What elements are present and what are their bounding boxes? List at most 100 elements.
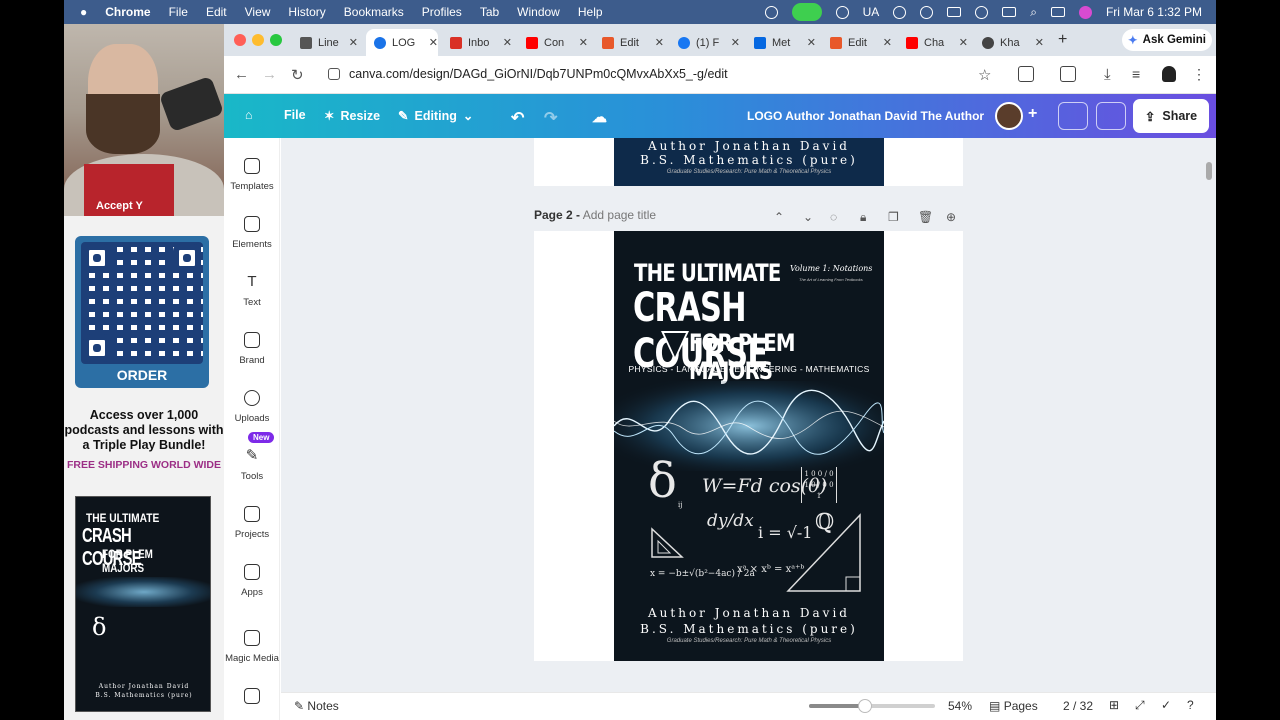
- record-icon[interactable]: [764, 5, 778, 19]
- sidebar-item-magic-media[interactable]: Magic Media: [224, 630, 280, 664]
- undo-icon[interactable]: ↶: [511, 108, 524, 128]
- more-menu-icon[interactable]: ⋮: [1192, 66, 1208, 82]
- redo-icon[interactable]: ↷: [544, 108, 557, 128]
- tab-2-active[interactable]: LOG ✕: [366, 29, 438, 56]
- tab-search-icon[interactable]: [1060, 66, 1076, 82]
- canvas-scrollbar[interactable]: [1206, 162, 1212, 180]
- reading-list-icon[interactable]: ≡: [1132, 66, 1148, 82]
- close-tab-icon[interactable]: ✕: [503, 36, 512, 49]
- close-window-button[interactable]: [234, 34, 246, 46]
- tab-9[interactable]: Cha ✕: [898, 29, 968, 56]
- hide-page-icon[interactable]: ◌: [830, 210, 837, 224]
- chevron-down-icon[interactable]: ⌄: [803, 210, 813, 224]
- play-icon[interactable]: [975, 5, 989, 19]
- bookmark-star-icon[interactable]: ☆: [978, 66, 994, 84]
- menu-tab[interactable]: Tab: [480, 5, 499, 19]
- close-tab-icon[interactable]: ✕: [349, 36, 358, 49]
- close-tab-icon[interactable]: ✕: [959, 36, 968, 49]
- close-tab-icon[interactable]: ✕: [883, 36, 892, 49]
- screen-mirror-icon[interactable]: [947, 7, 962, 17]
- share-button[interactable]: ⇪ Share: [1133, 99, 1209, 133]
- sidebar-item-brand[interactable]: Brand: [224, 332, 280, 366]
- chevron-up-icon[interactable]: ⌃: [774, 210, 784, 224]
- tab-5[interactable]: Edit ✕: [594, 29, 664, 56]
- moon-icon[interactable]: [920, 5, 934, 19]
- resize-button[interactable]: ✶ Resize: [324, 108, 380, 124]
- tab-6[interactable]: (1) F ✕: [670, 29, 740, 56]
- duplicate-icon[interactable]: ❐: [888, 210, 899, 224]
- trash-icon[interactable]: 🗑︎: [918, 210, 933, 224]
- menu-profiles[interactable]: Profiles: [422, 5, 462, 19]
- add-page-icon[interactable]: ⊕: [946, 210, 956, 224]
- search-icon[interactable]: ⌕: [1030, 5, 1037, 20]
- apple-icon[interactable]: ●: [80, 5, 87, 19]
- site-settings-icon[interactable]: [328, 68, 340, 80]
- menu-history[interactable]: History: [288, 5, 325, 19]
- tab-10[interactable]: Kha ✕: [974, 29, 1044, 56]
- profile-icon[interactable]: [1162, 66, 1176, 82]
- tab-8[interactable]: Edit ✕: [822, 29, 892, 56]
- wifi-icon[interactable]: [835, 5, 849, 19]
- tab-1[interactable]: Line ✕: [292, 29, 358, 56]
- sidebar-item-text[interactable]: T Text: [224, 274, 280, 309]
- sidebar-item-elements[interactable]: Elements: [224, 216, 280, 250]
- sidebar-item-apps[interactable]: Apps: [224, 564, 280, 598]
- editing-mode-button[interactable]: ✎ Editing ⌄: [398, 108, 473, 124]
- new-tab-button[interactable]: +: [1058, 31, 1067, 49]
- zoom-level[interactable]: 54%: [948, 699, 972, 713]
- sidebar-item-projects[interactable]: Projects: [224, 506, 280, 540]
- check-icon[interactable]: ✓: [1161, 698, 1171, 712]
- comment-icon[interactable]: [1096, 102, 1126, 130]
- sidebar-item-templates[interactable]: Templates: [224, 158, 280, 192]
- sidebar-item-uploads[interactable]: Uploads: [224, 390, 280, 424]
- url-field[interactable]: canva.com/design/DAGd_GiOrNI/Dqb7UNPm0cQ…: [349, 67, 728, 81]
- control-center-icon[interactable]: [1050, 7, 1065, 17]
- design-canvas[interactable]: Author Jonathan David B.S. Mathematics (…: [281, 138, 1216, 692]
- page-2[interactable]: THE ULTIMATE Volume 1: Notations The Art…: [534, 231, 963, 661]
- insights-icon[interactable]: [1058, 102, 1088, 130]
- input-source[interactable]: UA: [863, 5, 880, 19]
- gear-icon[interactable]: [893, 5, 907, 19]
- avatar[interactable]: [995, 102, 1023, 130]
- document-title[interactable]: LOGO Author Jonathan David The Author: [747, 109, 984, 123]
- close-tab-icon[interactable]: ✕: [1035, 36, 1044, 49]
- camera-indicator-icon[interactable]: [791, 3, 822, 21]
- back-button[interactable]: ←: [234, 66, 249, 83]
- tab-7[interactable]: Met ✕: [746, 29, 816, 56]
- lock-icon[interactable]: 🔒︎: [860, 210, 866, 225]
- tab-4[interactable]: Con ✕: [518, 29, 588, 56]
- ask-gemini-button[interactable]: ✦ Ask Gemini: [1122, 29, 1212, 51]
- menu-view[interactable]: View: [245, 5, 271, 19]
- add-collaborator-icon[interactable]: +: [1028, 105, 1037, 123]
- close-tab-icon[interactable]: ✕: [807, 36, 816, 49]
- close-tab-icon[interactable]: ✕: [731, 36, 740, 49]
- download-icon[interactable]: ⤓: [1104, 66, 1120, 83]
- menu-file[interactable]: File: [169, 5, 188, 19]
- zoom-slider[interactable]: [809, 699, 935, 713]
- menu-help[interactable]: Help: [578, 5, 603, 19]
- cloud-save-icon[interactable]: ☁: [592, 108, 607, 126]
- tab-3[interactable]: Inbo ✕: [442, 29, 512, 56]
- minimize-window-button[interactable]: [252, 34, 264, 46]
- menu-bookmarks[interactable]: Bookmarks: [344, 5, 404, 19]
- sidebar-item-more[interactable]: [224, 688, 280, 711]
- grid-view-icon[interactable]: ⊞: [1109, 698, 1119, 712]
- siri-icon[interactable]: [1078, 5, 1092, 19]
- help-icon[interactable]: ?: [1187, 698, 1194, 712]
- fullscreen-icon[interactable]: ⤢: [1135, 698, 1145, 713]
- pages-button[interactable]: ▤ Pages: [989, 699, 1038, 713]
- extensions-icon[interactable]: [1018, 66, 1034, 82]
- book-cover[interactable]: THE ULTIMATE Volume 1: Notations The Art…: [614, 231, 884, 661]
- home-icon[interactable]: ⌂: [245, 108, 253, 122]
- menu-window[interactable]: Window: [517, 5, 560, 19]
- zoom-window-button[interactable]: [270, 34, 282, 46]
- battery-icon[interactable]: [1002, 7, 1017, 17]
- page-title-input[interactable]: Add page title: [583, 208, 656, 222]
- forward-button[interactable]: →: [262, 66, 277, 83]
- page-1-cover[interactable]: Author Jonathan David B.S. Mathematics (…: [614, 138, 884, 186]
- sidebar-item-tools[interactable]: ✎ Tools: [224, 448, 280, 483]
- notes-button[interactable]: ✎ Notes: [294, 699, 339, 713]
- app-name[interactable]: Chrome: [105, 5, 150, 19]
- close-tab-icon[interactable]: ✕: [429, 36, 438, 49]
- menu-edit[interactable]: Edit: [206, 5, 227, 19]
